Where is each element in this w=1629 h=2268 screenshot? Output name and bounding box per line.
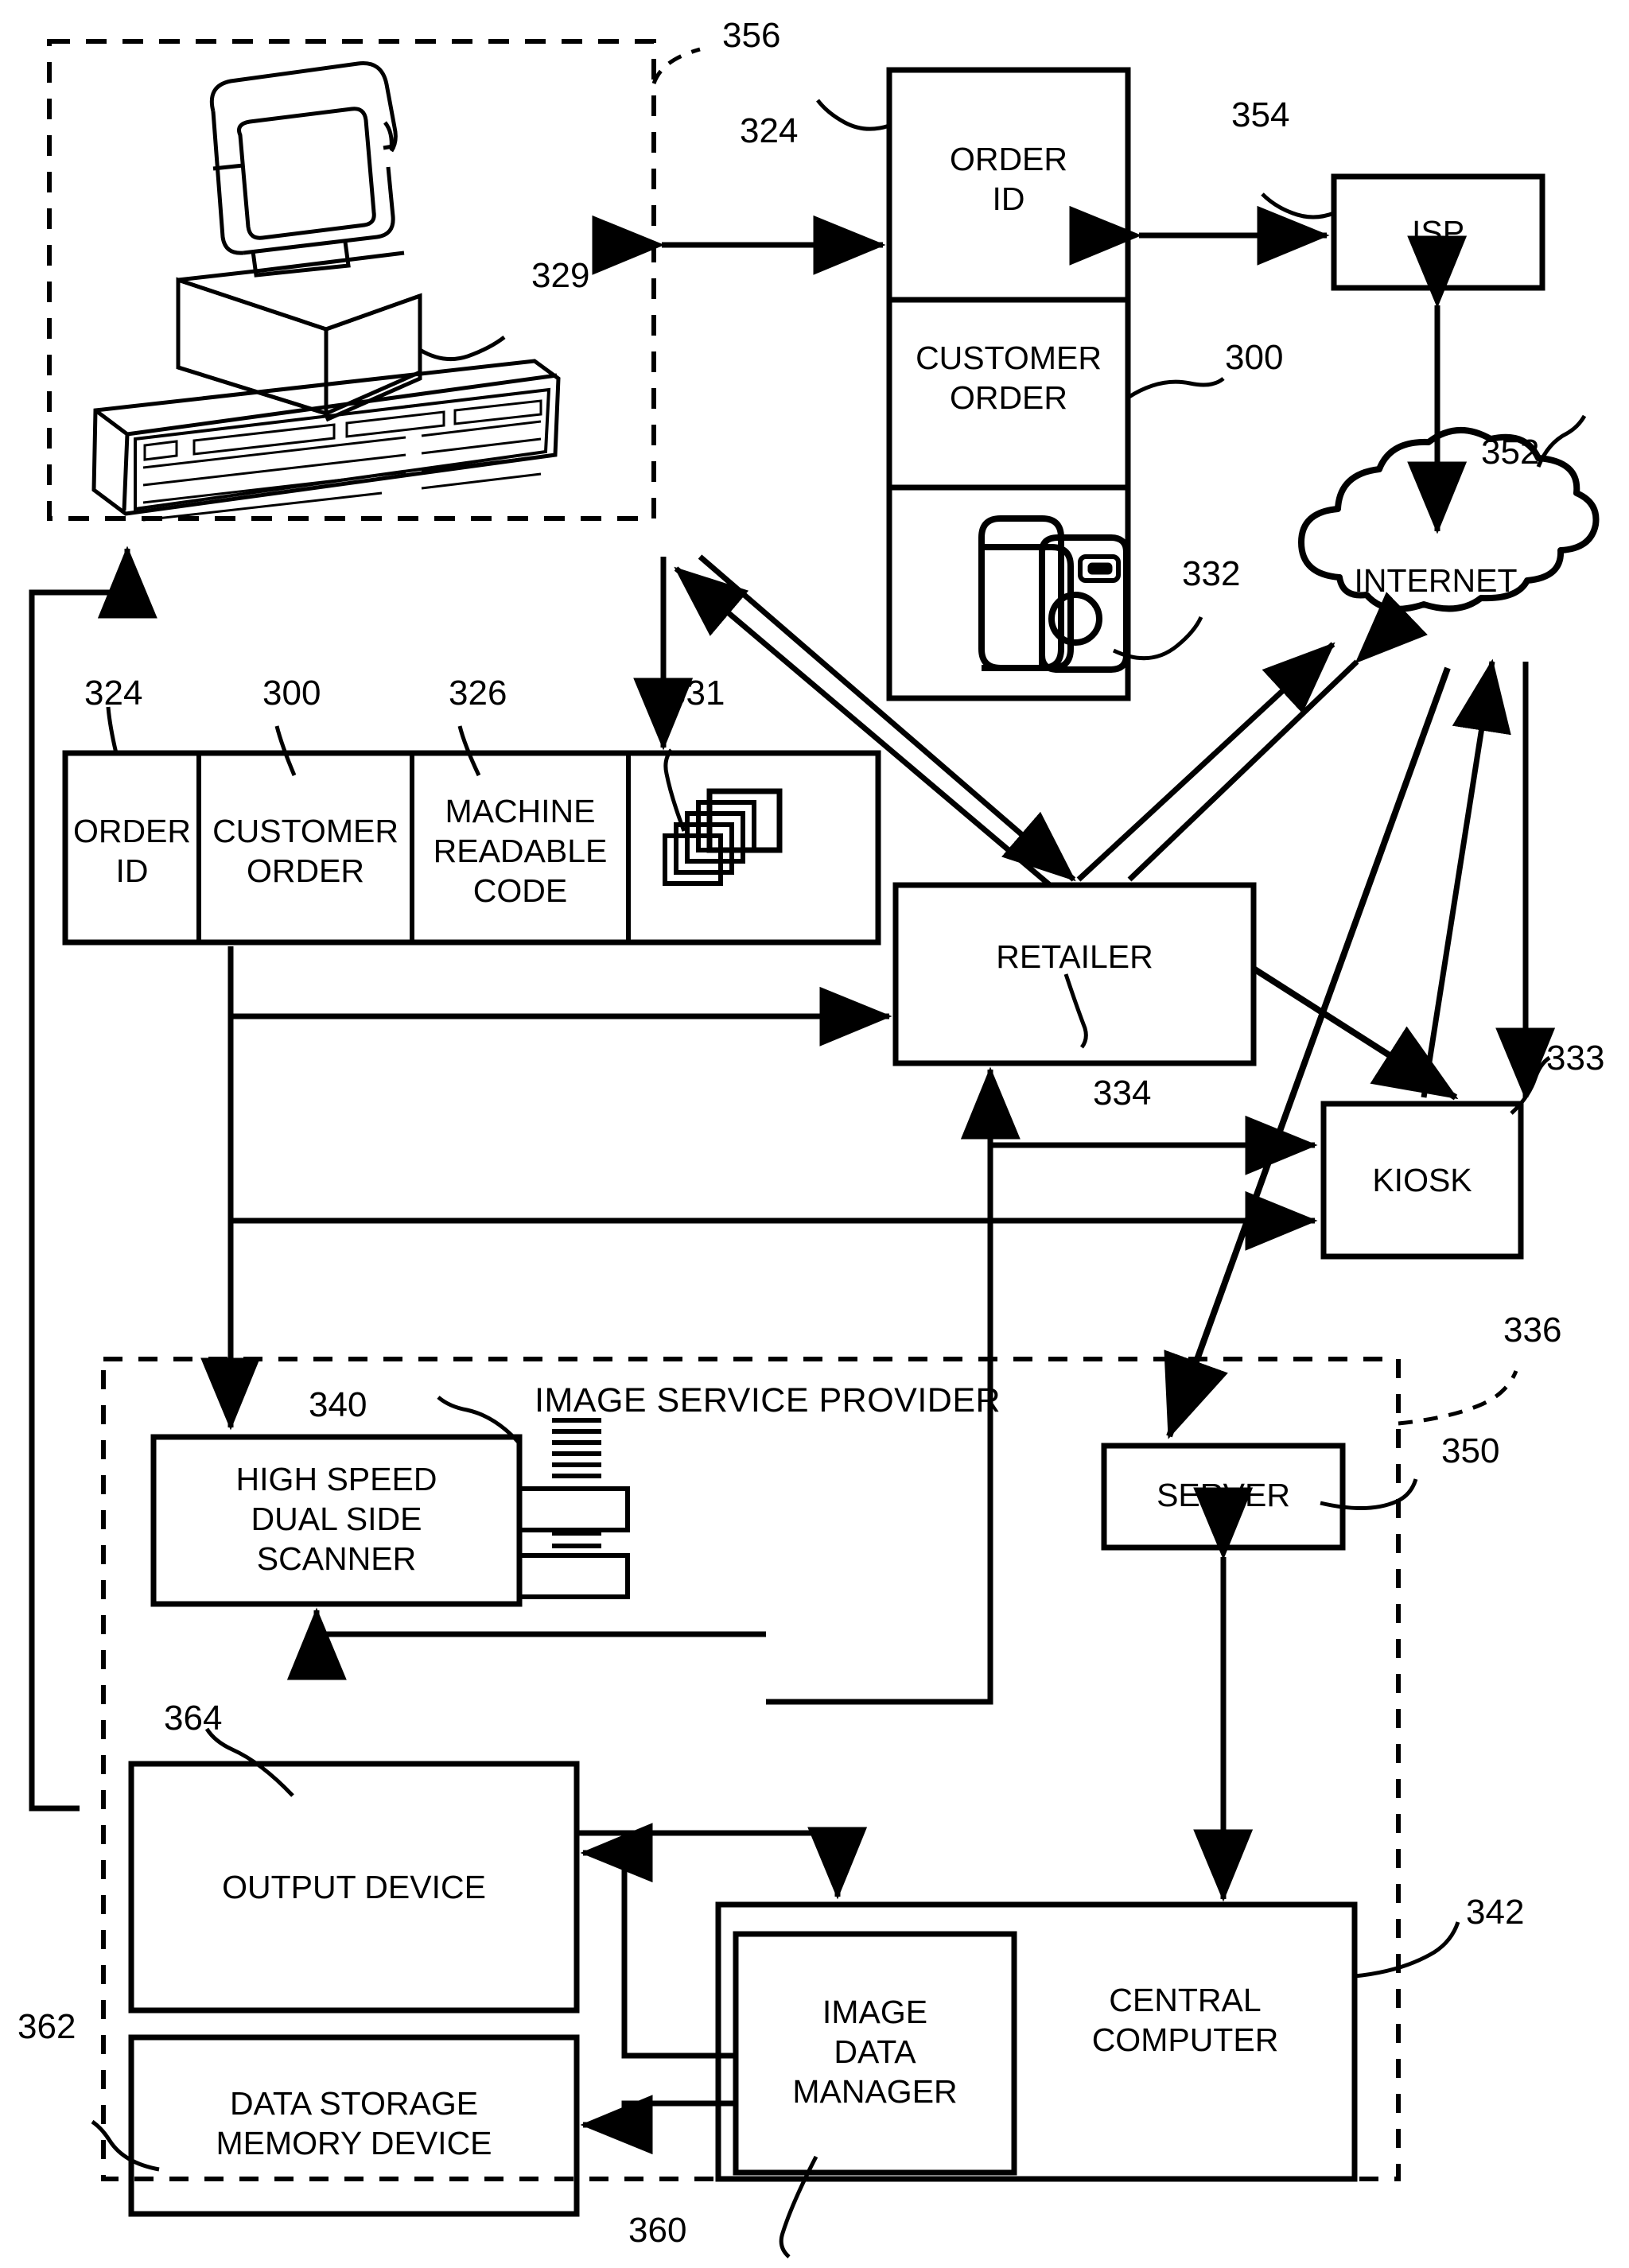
ref-324-cell: 324: [84, 674, 143, 713]
kiosk-label: KIOSK: [1372, 1161, 1472, 1198]
order-id-top-label: ORDER ID: [949, 140, 1068, 217]
data-storage-label: DATA STORAGE MEMORY DEVICE: [216, 2084, 492, 2161]
arrow-kiosk-internet: [1421, 658, 1511, 1098]
diagram-canvas: [29, 39, 1600, 2258]
ref-354: 354: [1231, 95, 1290, 134]
arrow-internet-to-server: [1164, 666, 1451, 1439]
scanner-label: HIGH SPEED DUAL SIDE SCANNER: [235, 1460, 437, 1577]
ref-329: 329: [531, 256, 590, 295]
ref-300-top: 300: [1225, 338, 1284, 377]
ref-364: 364: [164, 1699, 223, 1738]
ref-336: 336: [1503, 1311, 1562, 1350]
central-computer-label: CENTRAL COMPUTER: [1091, 1981, 1279, 2058]
isp-label: ISP: [1411, 213, 1465, 250]
wire-output-to-central: [577, 1827, 868, 1900]
ref-332: 332: [1182, 554, 1241, 593]
arrow-internet-retailer-b: [1127, 592, 1428, 882]
image-data-manager-label: IMAGE DATA MANAGER: [792, 1993, 958, 2110]
ref-324-top: 324: [740, 111, 799, 150]
image-service-provider-title: IMAGE SERVICE PROVIDER: [535, 1381, 1001, 1419]
arrow-output-to-scanner: [286, 1607, 766, 1680]
arrow-retailer-internet-a: [1076, 642, 1335, 882]
ref-360: 360: [628, 2211, 687, 2250]
internet-label: INTERNET: [1354, 561, 1518, 599]
patent-figure: ORDER ID CUSTOMER ORDER ISP INTERNET ORDER…: [0, 0, 1629, 2268]
wire-idm-to-storage: [580, 2095, 736, 2155]
ref-326: 326: [449, 674, 507, 713]
ref-300-cell: 300: [262, 674, 321, 713]
customer-order-cell-label: CUSTOMER ORDER: [212, 812, 399, 889]
photo-stack-icon: [663, 788, 783, 886]
ref-350: 350: [1441, 1431, 1500, 1470]
camera-icon: [978, 515, 1129, 673]
ref-331: 331: [667, 674, 725, 713]
customer-order-top-label: CUSTOMER ORDER: [916, 339, 1102, 416]
output-device-label: OUTPUT DEVICE: [222, 1868, 486, 1905]
ref-362: 362: [17, 2007, 76, 2046]
server-label: SERVER: [1157, 1476, 1290, 1513]
ref-342: 342: [1466, 1893, 1525, 1932]
order-id-cell-label: ORDER ID: [72, 812, 192, 889]
machine-readable-code-cell-label: MACHINE READABLE CODE: [433, 792, 608, 910]
ref-333: 333: [1546, 1039, 1605, 1078]
ref-340: 340: [309, 1385, 367, 1424]
retailer-label: RETAILER: [996, 938, 1153, 975]
ref-356: 356: [722, 16, 781, 55]
wire-idm-to-output: [580, 1823, 736, 2059]
scanner-trays: [517, 1418, 630, 1599]
ref-334: 334: [1093, 1074, 1152, 1113]
ref-352: 352: [1481, 433, 1540, 472]
